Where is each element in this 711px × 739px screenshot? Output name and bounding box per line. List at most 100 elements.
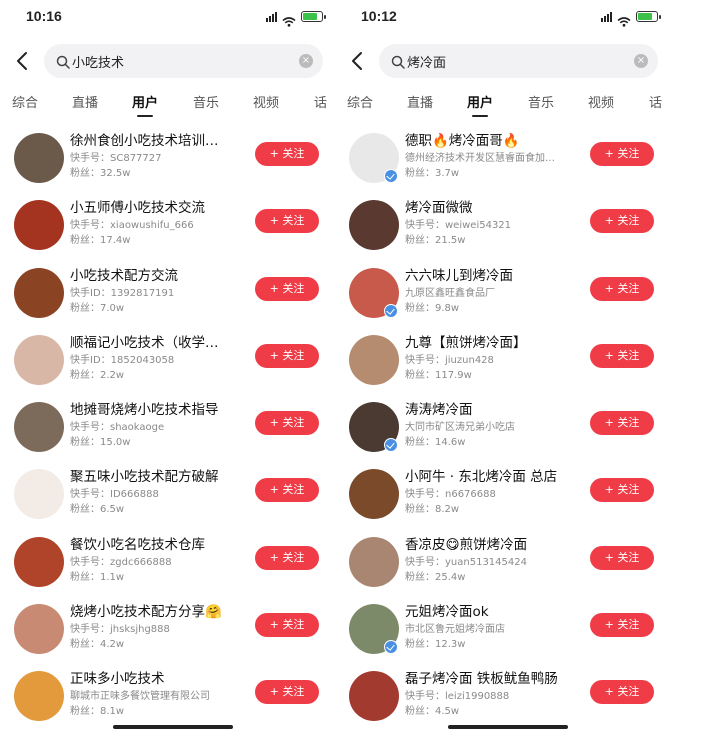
follow-button[interactable]: + 关注 <box>255 680 319 705</box>
avatar[interactable] <box>14 334 64 385</box>
follow-button[interactable]: + 关注 <box>590 142 654 166</box>
user-name[interactable]: 烤冷面微微 <box>405 199 575 218</box>
avatar[interactable] <box>349 334 399 385</box>
user-row[interactable]: 地摊哥烧烤小吃技术指导 快手号：shaokaoge 粉丝：15.0w + 关注 <box>0 397 345 464</box>
tab-0[interactable]: 综合 <box>12 92 38 111</box>
clear-search-icon[interactable]: × <box>634 54 648 68</box>
follow-button[interactable]: + 关注 <box>590 545 654 570</box>
tab-4[interactable]: 视频 <box>588 92 614 111</box>
user-row[interactable]: 九尊【煎饼烤冷面】 快手号：jiuzun428 粉丝：117.9w + 关注 <box>335 330 680 397</box>
tab-3[interactable]: 音乐 <box>528 92 554 111</box>
avatar[interactable] <box>349 671 399 722</box>
avatar[interactable] <box>14 469 64 520</box>
search-input[interactable] <box>407 44 607 78</box>
user-row[interactable]: 六六味儿到烤冷面 九原区鑫旺鑫食品厂 粉丝：9.8w + 关注 <box>335 263 680 330</box>
follow-button[interactable]: + 关注 <box>255 209 319 234</box>
tab-5[interactable]: 话 <box>314 92 327 111</box>
user-name[interactable]: 六六味儿到烤冷面 <box>405 267 575 286</box>
avatar[interactable] <box>14 200 64 251</box>
tab-1[interactable]: 直播 <box>407 92 433 111</box>
follow-button[interactable]: + 关注 <box>590 209 654 234</box>
user-row[interactable]: 小五师傅小吃技术交流 快手号：xiaowushifu_666 粉丝：17.4w + 关… <box>0 195 345 262</box>
search-box[interactable]: × <box>379 44 658 78</box>
clear-search-icon[interactable]: × <box>299 54 313 68</box>
user-row[interactable]: 元姐烤冷面ok 市北区鲁元姐烤冷面店 粉丝：12.3w + 关注 <box>335 599 680 666</box>
user-row[interactable]: 德职🔥烤冷面哥🔥 德州经济技术开发区慧睿面食加… 粉丝：3.7w + 关注 <box>335 128 680 195</box>
follow-button[interactable]: + 关注 <box>255 545 319 570</box>
tab-2[interactable]: 用户 <box>132 92 158 117</box>
user-name[interactable]: 聚五味小吃技术配方破解 <box>70 468 240 487</box>
avatar[interactable] <box>349 200 399 251</box>
user-row[interactable]: 涛涛烤冷面 大同市矿区涛兄弟小吃店 粉丝：14.6w + 关注 <box>335 397 680 464</box>
home-indicator[interactable] <box>447 725 568 729</box>
follow-button[interactable]: + 关注 <box>255 478 319 503</box>
follow-button[interactable]: + 关注 <box>590 680 654 705</box>
back-arrow-icon[interactable] <box>14 50 32 72</box>
user-id: 快手号：jiuzun428 <box>405 354 494 366</box>
user-name[interactable]: 顺福记小吃技术（收学… <box>70 334 240 353</box>
user-fans-count: 粉丝：117.9w <box>405 369 472 381</box>
tab-5[interactable]: 话 <box>649 92 662 111</box>
user-row[interactable]: 徐州食创小吃技术培训… 快手号：SC877727 粉丝：32.5w + 关注 <box>0 128 345 195</box>
user-row[interactable]: 餐饮小吃名吃技术仓库 快手号：zgdc666888 粉丝：1.1w + 关注 <box>0 532 345 599</box>
back-arrow-icon[interactable] <box>349 50 367 72</box>
user-name[interactable]: 九尊【煎饼烤冷面】 <box>405 334 575 353</box>
user-fans-count: 粉丝：4.5w <box>405 706 460 718</box>
follow-button[interactable]: + 关注 <box>255 613 319 638</box>
user-name[interactable]: 元姐烤冷面ok <box>405 603 575 622</box>
follow-button[interactable]: + 关注 <box>255 411 319 436</box>
avatar[interactable] <box>14 536 64 587</box>
user-row[interactable]: 香凉皮😋煎饼烤冷面 快手号：yuan513145424 粉丝：25.4w + 关注 <box>335 532 680 599</box>
user-row[interactable]: 小吃技术配方交流 快手ID：1392817191 粉丝：7.0w + 关注 <box>0 263 345 330</box>
user-name[interactable]: 磊子烤冷面 铁板鱿鱼鸭肠 <box>405 670 575 689</box>
tab-0[interactable]: 综合 <box>347 92 373 111</box>
user-fans-count: 粉丝：6.5w <box>70 504 125 516</box>
tab-4[interactable]: 视频 <box>253 92 279 111</box>
user-id: 九原区鑫旺鑫食品厂 <box>405 287 495 299</box>
user-name[interactable]: 正味多小吃技术 <box>70 670 240 689</box>
user-row[interactable]: 烤冷面微微 快手号：weiwei54321 粉丝：21.5w + 关注 <box>335 195 680 262</box>
tab-2[interactable]: 用户 <box>467 92 493 117</box>
tab-3[interactable]: 音乐 <box>193 92 219 111</box>
avatar[interactable] <box>349 469 399 520</box>
search-box[interactable]: × <box>44 44 323 78</box>
follow-button[interactable]: + 关注 <box>255 142 319 166</box>
user-name[interactable]: 香凉皮😋煎饼烤冷面 <box>405 536 575 555</box>
avatar[interactable] <box>14 133 64 183</box>
user-row[interactable]: 小阿牛 · 东北烤冷面 总店 快手号：n6676688 粉丝：8.2w + 关注 <box>335 464 680 531</box>
user-row[interactable]: 聚五味小吃技术配方破解 快手号：ID666888 粉丝：6.5w + 关注 <box>0 464 345 531</box>
user-row[interactable]: 正味多小吃技术 聊城市正味多餐饮管理有限公司 粉丝：8.1w + 关注 <box>0 666 345 733</box>
user-name[interactable]: 烧烤小吃技术配方分享🤗 <box>70 603 240 622</box>
follow-button[interactable]: + 关注 <box>590 411 654 436</box>
avatar[interactable] <box>14 671 64 722</box>
user-fans-count: 粉丝：12.3w <box>405 639 466 651</box>
follow-button[interactable]: + 关注 <box>255 343 319 368</box>
signal-icon <box>266 11 277 22</box>
user-name[interactable]: 涛涛烤冷面 <box>405 401 575 420</box>
follow-button[interactable]: + 关注 <box>590 276 654 301</box>
avatar[interactable] <box>14 267 64 318</box>
home-indicator[interactable] <box>112 725 233 729</box>
user-row[interactable]: 顺福记小吃技术（收学… 快手ID：1852043058 粉丝：2.2w + 关注 <box>0 330 345 397</box>
user-name[interactable]: 地摊哥烧烤小吃技术指导 <box>70 401 240 420</box>
tab-1[interactable]: 直播 <box>72 92 98 111</box>
follow-button[interactable]: + 关注 <box>590 478 654 503</box>
user-name[interactable]: 小吃技术配方交流 <box>70 267 240 286</box>
user-name[interactable]: 餐饮小吃名吃技术仓库 <box>70 536 240 555</box>
avatar[interactable] <box>14 402 64 453</box>
avatar[interactable] <box>349 536 399 587</box>
follow-button[interactable]: + 关注 <box>590 613 654 638</box>
follow-button[interactable]: + 关注 <box>590 343 654 368</box>
user-row[interactable]: 磊子烤冷面 铁板鱿鱼鸭肠 快手号：leizi1990888 粉丝：4.5w + 关注 <box>335 666 680 733</box>
avatar[interactable] <box>14 604 64 655</box>
user-id: 快手号：jhsksjhg888 <box>70 624 170 636</box>
follow-button[interactable]: + 关注 <box>255 276 319 301</box>
user-name[interactable]: 小阿牛 · 东北烤冷面 总店 <box>405 468 575 487</box>
user-fans-count: 粉丝：21.5w <box>405 235 466 247</box>
user-row[interactable]: 烧烤小吃技术配方分享🤗 快手号：jhsksjhg888 粉丝：4.2w + 关注 <box>0 599 345 666</box>
user-name[interactable]: 小五师傅小吃技术交流 <box>70 199 240 218</box>
search-input[interactable] <box>72 44 272 78</box>
user-name[interactable]: 徐州食创小吃技术培训… <box>70 132 240 151</box>
search-icon <box>391 54 405 69</box>
user-name[interactable]: 德职🔥烤冷面哥🔥 <box>405 132 575 151</box>
